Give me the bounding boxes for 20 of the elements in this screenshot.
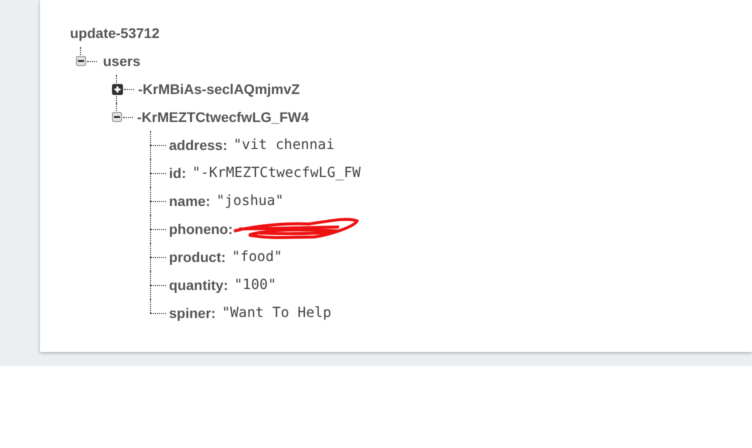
expand-toggle-icon[interactable] [112,84,123,94]
field-key: address: [169,134,228,156]
field-key: id: [169,162,186,184]
collapse-toggle-icon[interactable] [76,56,86,66]
field-value: "food" [232,248,282,266]
field-value: "joshua" [216,192,284,210]
field-value: "Want To Help [222,304,332,322]
tree-node-label[interactable]: -KrMEZTCtwecfwLG_FW4 [137,106,309,128]
field-key: spiner: [169,302,216,324]
field-key: phoneno: [169,218,233,240]
field-value: "vit chennai [233,136,335,154]
collapse-toggle-icon[interactable] [112,112,122,122]
tree-node-label[interactable]: users [103,50,140,72]
field-key: quantity: [169,274,228,296]
tree-node-label[interactable]: -KrMBiAs-seclAQmjmvZ [138,78,300,100]
field-value: "100" [234,276,276,294]
field-value: "-KrMEZTCtwecfwLG_FW [192,164,361,182]
field-key: name: [169,190,210,212]
field-key: product: [169,246,226,268]
tree-root-label: update-53712 [70,24,160,43]
